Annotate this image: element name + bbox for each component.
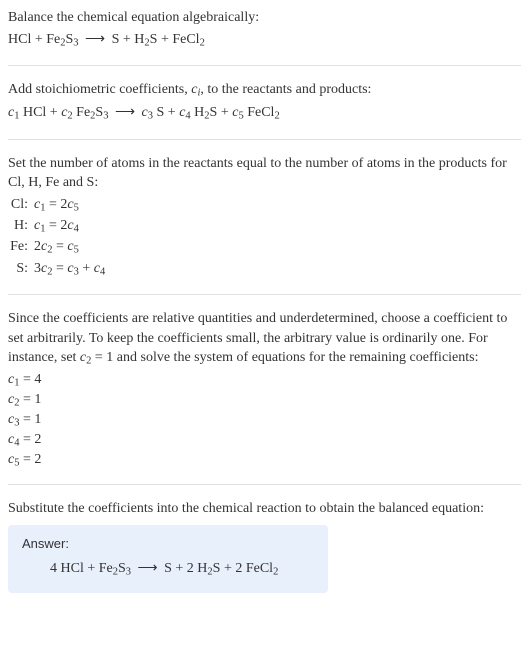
problem-equation: HCl + Fe2S3 ⟶ S + H2S + FeCl2 [8, 30, 521, 51]
answer-label: Answer: [22, 535, 314, 553]
element-equation: c1 = 2c5 [34, 195, 109, 216]
substitute-title: Substitute the coefficients into the che… [8, 499, 521, 519]
element-label: S: [8, 259, 34, 280]
coefficient-list: c1 = 4c2 = 1c3 = 1c4 = 2c5 = 2 [8, 371, 521, 470]
problem-title: Balance the chemical equation algebraica… [8, 8, 521, 28]
table-row: S:3c2 = c3 + c4 [8, 259, 109, 280]
element-label: Cl: [8, 195, 34, 216]
element-label: Fe: [8, 237, 34, 258]
element-equation: 3c2 = c3 + c4 [34, 259, 109, 280]
solve-title: Since the coefficients are relative quan… [8, 309, 521, 370]
section-stoich: Add stoichiometric coefficients, ci, to … [8, 80, 521, 125]
divider [8, 65, 521, 66]
coefficient-item: c2 = 1 [8, 391, 521, 411]
table-row: Cl:c1 = 2c5 [8, 195, 109, 216]
atom-balance-title: Set the number of atoms in the reactants… [8, 154, 521, 193]
coefficient-item: c4 = 2 [8, 431, 521, 451]
divider [8, 139, 521, 140]
coefficient-item: c3 = 1 [8, 411, 521, 431]
element-label: H: [8, 216, 34, 237]
element-equation: c1 = 2c4 [34, 216, 109, 237]
table-row: Fe:2c2 = c5 [8, 237, 109, 258]
section-solve: Since the coefficients are relative quan… [8, 309, 521, 470]
stoich-equation: c1 HCl + c2 Fe2S3 ⟶ c3 S + c4 H2S + c5 F… [8, 103, 521, 124]
coefficient-item: c1 = 4 [8, 371, 521, 391]
element-equation: 2c2 = c5 [34, 237, 109, 258]
table-row: H:c1 = 2c4 [8, 216, 109, 237]
section-problem: Balance the chemical equation algebraica… [8, 8, 521, 51]
divider [8, 294, 521, 295]
coefficient-item: c5 = 2 [8, 451, 521, 471]
section-atom-balance: Set the number of atoms in the reactants… [8, 154, 521, 280]
atom-balance-table: Cl:c1 = 2c5H:c1 = 2c4Fe:2c2 = c5S:3c2 = … [8, 195, 109, 280]
divider [8, 484, 521, 485]
stoich-title: Add stoichiometric coefficients, ci, to … [8, 80, 521, 101]
answer-box: Answer: 4 HCl + Fe2S3 ⟶ S + 2 H2S + 2 Fe… [8, 525, 328, 593]
section-substitute: Substitute the coefficients into the che… [8, 499, 521, 592]
answer-equation: 4 HCl + Fe2S3 ⟶ S + 2 H2S + 2 FeCl2 [22, 559, 314, 580]
